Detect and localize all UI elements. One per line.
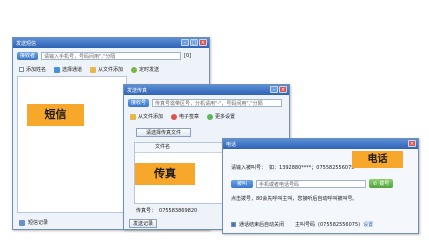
channel-icon — [54, 66, 61, 73]
close-icon[interactable]: × — [199, 39, 207, 46]
scheduled-send-button[interactable]: 定时发送 — [131, 66, 159, 73]
callee-prompt: 请输入被叫号： — [231, 165, 267, 171]
minimize-icon[interactable]: – — [181, 39, 189, 46]
fax-record-button[interactable]: 发送记录 — [129, 219, 157, 228]
fax-tag: 传真 — [135, 163, 195, 185]
sms-content-area[interactable] — [17, 76, 127, 213]
folder-icon — [130, 113, 136, 120]
settings-link[interactable]: 设置 — [363, 221, 373, 228]
callee-example: 如：1392880****；075582556075 — [269, 165, 355, 171]
maximize-icon[interactable]: □ — [190, 39, 198, 46]
folder-icon — [90, 66, 97, 73]
fax-recipient-button[interactable]: 接收号 — [128, 99, 150, 107]
sms-titlebar: 发送短信 – □ × — [13, 38, 209, 48]
e-seal-button[interactable]: 电子签章 — [171, 113, 199, 120]
minimize-icon[interactable]: – — [270, 86, 278, 93]
sms-recipient-input[interactable]: 请输入手机号，号码间用","分隔 — [41, 52, 182, 60]
fax-number-label: 传真号： — [136, 208, 157, 214]
file-name-header: 文件名 — [135, 143, 225, 153]
choose-fax-file-button[interactable]: 请选择传真文件 — [136, 128, 191, 137]
dial-button[interactable]: ✆ 拨号 — [369, 179, 394, 188]
call-tag: 电话 — [352, 151, 403, 168]
add-from-file-button[interactable]: 从文件添加 — [90, 66, 123, 73]
seal-icon — [171, 113, 178, 120]
sms-count: [0] — [184, 53, 192, 59]
add-name-checkbox[interactable]: 添加姓名 — [19, 66, 46, 73]
record-icon — [19, 219, 25, 226]
close-icon[interactable]: × — [408, 140, 416, 147]
clock-icon — [131, 66, 138, 73]
fax-title: 发送传真 — [127, 87, 148, 94]
sms-title: 发送短信 — [16, 40, 37, 47]
caller-label: 主叫号码 — [295, 222, 316, 228]
dial-hint: 点击拨号，80会先呼叫主叫，您接听后自动呼叫被叫号。 — [231, 196, 358, 202]
auto-close-label: 通话结束后自动关闭 — [239, 222, 285, 228]
sms-recipient-button[interactable]: 接收者 — [17, 52, 39, 60]
fax-add-file-button[interactable]: 从文件添加 — [130, 113, 163, 120]
more-settings-button[interactable]: 更多设置 — [207, 113, 235, 120]
select-channel-button[interactable]: 选择通道 — [54, 66, 82, 73]
fax-number-value: 075583869820 — [159, 207, 198, 214]
fax-recipient-input[interactable]: 传真号需带区号，分机请用"-"，号码间用","分隔 — [152, 99, 283, 107]
sms-record-link[interactable]: 短信记录 — [28, 219, 48, 226]
auto-close-checkbox[interactable] — [231, 222, 236, 227]
callee-button[interactable]: 被叫 — [231, 179, 254, 188]
phone-icon: ✆ — [373, 180, 378, 187]
caller-number: (075582556075) — [318, 221, 361, 228]
sms-tag: 短信 — [27, 104, 84, 126]
call-titlebar: 电话 × — [223, 139, 418, 149]
callee-input[interactable]: 手机或者电话号码 — [256, 179, 367, 188]
fax-titlebar: 发送传真 – × — [124, 85, 289, 95]
settings-icon — [207, 113, 214, 120]
close-icon[interactable]: × — [279, 86, 287, 93]
call-title: 电话 — [226, 141, 237, 148]
